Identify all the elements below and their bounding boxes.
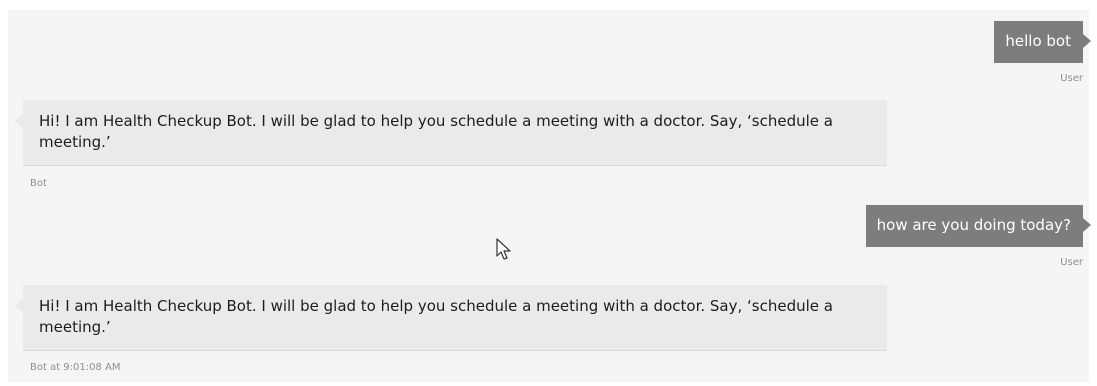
bot-message-text: Hi! I am Health Checkup Bot. I will be g…	[39, 112, 833, 151]
user-message-bubble: how are you doing today?	[865, 205, 1092, 247]
bot-message-text: Hi! I am Health Checkup Bot. I will be g…	[39, 297, 833, 336]
user-message-bubble: hello bot	[994, 21, 1091, 63]
user-message-text: hello bot	[1005, 32, 1071, 50]
user-message-text: how are you doing today?	[876, 216, 1071, 234]
bot-message-bubble: Hi! I am Health Checkup Bot. I will be g…	[15, 285, 887, 351]
message-sender-label: User	[1060, 73, 1083, 84]
message-sender-label: Bot	[30, 178, 47, 189]
message-timestamp-label: Bot at 9:01:08 AM	[30, 362, 121, 373]
message-sender-label: User	[1060, 257, 1083, 268]
mouse-pointer-icon	[496, 238, 511, 260]
bot-message-bubble: Hi! I am Health Checkup Bot. I will be g…	[15, 100, 887, 166]
